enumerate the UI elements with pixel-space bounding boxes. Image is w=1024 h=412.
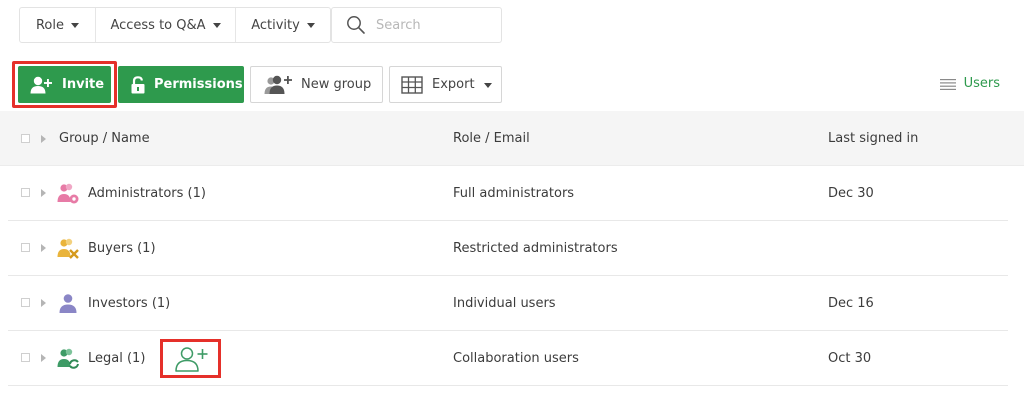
group-role: Full administrators — [453, 186, 575, 201]
filter-bar: Role Access to Q&A Activity — [19, 7, 331, 43]
column-header-last-signed-in[interactable]: Last signed in — [828, 111, 918, 166]
users-view-toggle[interactable]: Users — [939, 76, 1000, 91]
search-box[interactable] — [331, 7, 502, 43]
group-name[interactable]: Legal (1) — [88, 331, 145, 386]
column-header-name[interactable]: Group / Name — [59, 111, 150, 166]
buyers-group-icon — [57, 238, 79, 259]
users-label: Users — [963, 76, 1000, 91]
activity-filter-dropdown[interactable]: Activity — [235, 8, 330, 42]
row-checkbox[interactable] — [21, 188, 30, 197]
table-header: Group / Name Role / Email Last signed in — [0, 111, 1024, 166]
row-checkbox[interactable] — [21, 353, 30, 362]
group-role: Individual users — [453, 296, 556, 311]
invite-label: Invite — [62, 77, 105, 92]
permissions-label: Permissions — [154, 77, 243, 92]
access-filter-label: Access to Q&A — [110, 17, 206, 33]
add-user-icon — [174, 346, 207, 372]
group-role: Restricted administrators — [453, 241, 618, 256]
column-header-role[interactable]: Role / Email — [453, 111, 530, 166]
expand-row-icon[interactable] — [41, 299, 46, 307]
toolbar: Invite Permissions New group Export User… — [0, 58, 1024, 110]
list-icon — [939, 78, 956, 90]
export-label: Export — [432, 77, 475, 92]
new-group-label: New group — [301, 77, 372, 92]
table-row[interactable]: Investors (1) Individual users Dec 16 — [8, 276, 1008, 331]
activity-filter-label: Activity — [251, 17, 300, 33]
role-filter-dropdown[interactable]: Role — [20, 8, 95, 42]
expand-row-icon[interactable] — [41, 189, 46, 197]
search-icon — [347, 16, 365, 34]
last-signed-in: Oct 30 — [828, 351, 872, 366]
role-filter-label: Role — [35, 17, 64, 33]
last-signed-in: Dec 30 — [828, 186, 874, 201]
table-row[interactable]: Legal (1) Collaboration users Oct 30 — [8, 331, 1008, 386]
search-input[interactable] — [374, 16, 488, 34]
add-user-to-group-button[interactable] — [160, 339, 221, 378]
table-row[interactable]: Administrators (1) Full administrators D… — [8, 166, 1008, 221]
new-group-icon — [264, 75, 292, 94]
investors-group-icon — [59, 294, 77, 313]
permissions-button[interactable]: Permissions — [118, 66, 244, 103]
last-signed-in: Dec 16 — [828, 296, 874, 311]
legal-group-icon — [57, 348, 79, 369]
table-grid-icon — [401, 75, 423, 94]
row-checkbox[interactable] — [21, 298, 30, 307]
expand-all-icon[interactable] — [41, 135, 46, 143]
expand-row-icon[interactable] — [41, 244, 46, 252]
row-checkbox[interactable] — [21, 243, 30, 252]
invite-button[interactable]: Invite — [18, 66, 111, 103]
administrators-group-icon — [57, 183, 79, 204]
select-all-checkbox[interactable] — [21, 134, 30, 143]
table-row[interactable]: Buyers (1) Restricted administrators — [8, 221, 1008, 276]
chevron-down-icon — [483, 82, 492, 88]
access-filter-dropdown[interactable]: Access to Q&A — [95, 8, 235, 42]
group-role: Collaboration users — [453, 351, 579, 366]
group-name[interactable]: Investors (1) — [88, 276, 170, 331]
unlock-icon — [131, 75, 145, 93]
chevron-down-icon — [71, 23, 79, 28]
export-button[interactable]: Export — [389, 66, 502, 103]
group-name[interactable]: Administrators (1) — [88, 166, 206, 221]
new-group-button[interactable]: New group — [250, 66, 383, 103]
expand-row-icon[interactable] — [41, 354, 46, 362]
add-user-icon — [30, 76, 52, 93]
chevron-down-icon — [306, 23, 315, 28]
chevron-down-icon — [212, 23, 221, 28]
group-name[interactable]: Buyers (1) — [88, 221, 156, 276]
